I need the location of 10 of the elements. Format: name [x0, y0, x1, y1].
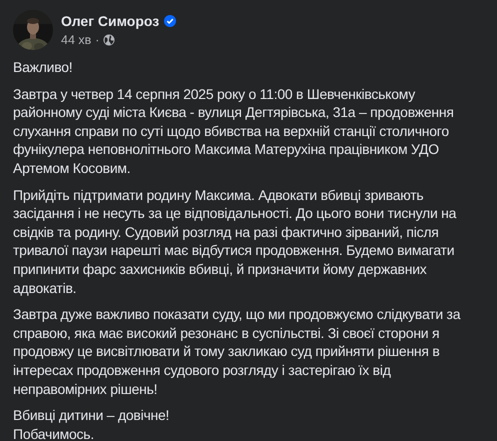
- globe-icon: [103, 34, 116, 46]
- separator-dot: ·: [95, 32, 100, 49]
- post-text: Прийдіть підтримати родину Максима. Адвокати вбивці зривають засідання і не несуть за це відповідальності. До цього вони тиснули на свідків та родину. Судовий розгляд на разі фактично зірваний, після тривалої паузи нарешті має відбутися продовження. Будемо вимагати припинити фарс захисників вбивці, й призначити йому державних адвокатів.: [13, 186, 458, 298]
- post-time[interactable]: 44 хв: [61, 31, 92, 49]
- post-text: Завтра у четвер 14 серпня 2025 року о 11:00 в Шевченківському районному суді міста Києва - вулиця Дегтярівська, 31а – продовження слухання справи по суті щодо вбивства на верхній станції столичного фунікулера неповнолітнього Максима Матерухіна працівником УДО Артемом Косовим.: [13, 84, 455, 178]
- post-text: Завтра дуже важливо показати суду, що ми продовжуємо слідкувати за справою, яка має високий резонанс в суспільстві. Зі своєї сторони я продовжу це висвітлювати й тому закликаю суд прийняти рішення в інтересах продовження судового розгляду і застерігаю їх від неправомірних рішень!: [13, 305, 462, 398]
- author-name[interactable]: Олег Симороз: [61, 12, 160, 30]
- post-text: Вбивці дитини – довічне!: [13, 406, 170, 425]
- post-text: Побачимось.: [13, 424, 95, 441]
- post-text: Важливо!: [13, 58, 74, 77]
